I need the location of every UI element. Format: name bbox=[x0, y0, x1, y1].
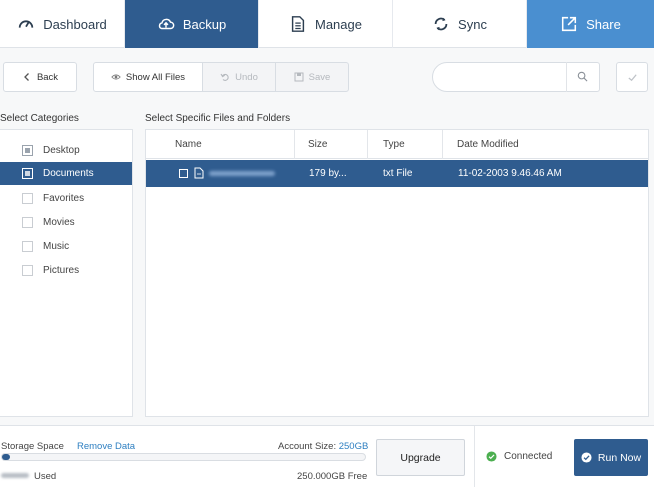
column-size[interactable]: Size bbox=[308, 130, 327, 159]
remove-data-link[interactable]: Remove Data bbox=[77, 441, 135, 452]
bottom-bar: Storage Space Remove Data Account Size: … bbox=[0, 425, 654, 487]
storage-progress-fill bbox=[2, 454, 10, 460]
row-date: 11-02-2003 9.46.46 AM bbox=[458, 168, 562, 179]
eye-icon bbox=[111, 74, 121, 80]
undo-icon bbox=[220, 73, 229, 81]
category-label: Favorites bbox=[43, 193, 85, 204]
tab-backup[interactable]: Backup bbox=[125, 0, 259, 48]
run-now-button[interactable]: Run Now bbox=[574, 439, 648, 476]
back-label: Back bbox=[36, 71, 59, 83]
column-date-modified[interactable]: Date Modified bbox=[457, 130, 519, 159]
category-documents[interactable]: Documents bbox=[0, 162, 132, 185]
account-size-label: Account Size: bbox=[278, 441, 337, 452]
file-name-redacted bbox=[209, 171, 275, 176]
files-table-header: Name Size Type Date Modified bbox=[146, 130, 648, 159]
storage-progress-bar bbox=[1, 453, 366, 461]
save-button[interactable]: Save bbox=[275, 62, 349, 92]
categories-title: Select Categories bbox=[0, 113, 79, 124]
tab-share[interactable]: Share bbox=[527, 0, 654, 48]
undo-label: Undo bbox=[235, 71, 258, 83]
undo-button[interactable]: Undo bbox=[202, 62, 276, 92]
column-divider bbox=[367, 130, 368, 159]
category-label: Music bbox=[43, 241, 70, 252]
tab-label: Sync bbox=[458, 16, 487, 32]
tab-sync[interactable]: Sync bbox=[393, 0, 527, 48]
account-size: Account Size: 250GB bbox=[278, 441, 368, 452]
column-divider bbox=[294, 130, 295, 159]
save-label: Save bbox=[308, 71, 331, 83]
tab-label: Dashboard bbox=[43, 16, 107, 32]
connection-status: Connected bbox=[486, 451, 552, 462]
cloud-upload-icon bbox=[158, 18, 175, 30]
check-circle-icon bbox=[581, 452, 592, 463]
row-checkbox[interactable] bbox=[179, 169, 188, 178]
free-label: 250.000GB Free bbox=[297, 471, 368, 482]
category-checkbox[interactable] bbox=[22, 241, 33, 252]
tab-label: Manage bbox=[315, 16, 362, 32]
chevron-left-icon bbox=[24, 73, 29, 81]
table-row[interactable]: 179 by... txt File 11-02-2003 9.46.46 AM bbox=[146, 160, 648, 187]
search-divider bbox=[566, 62, 567, 92]
category-label: Desktop bbox=[43, 145, 80, 156]
save-icon bbox=[294, 72, 304, 82]
column-type[interactable]: Type bbox=[383, 130, 405, 159]
bottom-divider bbox=[474, 426, 475, 487]
gauge-icon bbox=[18, 20, 34, 28]
category-label: Movies bbox=[43, 217, 75, 228]
check-circle-icon bbox=[486, 451, 497, 462]
tab-label: Backup bbox=[182, 16, 227, 32]
file-icon bbox=[194, 167, 204, 179]
category-favorites[interactable]: Favorites bbox=[0, 187, 132, 210]
search-input[interactable] bbox=[432, 62, 600, 92]
category-movies[interactable]: Movies bbox=[0, 211, 132, 234]
storage-label: Storage Space bbox=[1, 441, 64, 452]
tab-dashboard[interactable]: Dashboard bbox=[0, 0, 125, 48]
category-label: Documents bbox=[43, 168, 94, 179]
show-all-files-button[interactable]: Show All Files bbox=[93, 62, 203, 92]
document-icon bbox=[291, 16, 305, 32]
files-panel: Name Size Type Date Modified 179 by... t… bbox=[145, 129, 649, 417]
upgrade-button[interactable]: Upgrade bbox=[376, 439, 465, 476]
sync-icon bbox=[434, 17, 448, 31]
confirm-button[interactable] bbox=[616, 62, 648, 92]
back-button[interactable]: Back bbox=[3, 62, 77, 92]
column-divider bbox=[442, 130, 443, 159]
account-size-value: 250GB bbox=[338, 441, 369, 452]
row-size: 179 by... bbox=[309, 168, 347, 179]
category-checkbox[interactable] bbox=[22, 145, 33, 156]
used-label: Used bbox=[34, 471, 57, 482]
category-pictures[interactable]: Pictures bbox=[0, 259, 132, 282]
category-checkbox[interactable] bbox=[22, 193, 33, 204]
category-desktop[interactable]: Desktop bbox=[0, 139, 132, 162]
top-navigation: Dashboard Backup Manage Sync Share bbox=[0, 0, 654, 48]
categories-panel: Desktop Documents Favorites Movies Music… bbox=[0, 129, 133, 417]
column-name[interactable]: Name bbox=[175, 130, 202, 159]
used-amount-redacted bbox=[1, 473, 29, 478]
category-checkbox[interactable] bbox=[22, 265, 33, 276]
tab-label: Share bbox=[586, 16, 621, 32]
files-title: Select Specific Files and Folders bbox=[145, 113, 291, 124]
check-icon bbox=[627, 73, 637, 81]
category-label: Pictures bbox=[43, 265, 80, 276]
category-music[interactable]: Music bbox=[0, 235, 132, 258]
tab-manage[interactable]: Manage bbox=[259, 0, 393, 48]
run-now-label: Run Now bbox=[597, 451, 642, 464]
category-checkbox[interactable] bbox=[22, 168, 33, 179]
row-type: txt File bbox=[383, 168, 413, 179]
category-checkbox[interactable] bbox=[22, 217, 33, 228]
connection-status-label: Connected bbox=[504, 451, 553, 462]
show-all-label: Show All Files bbox=[125, 71, 186, 83]
share-icon bbox=[562, 16, 577, 32]
search-icon[interactable] bbox=[577, 71, 588, 82]
